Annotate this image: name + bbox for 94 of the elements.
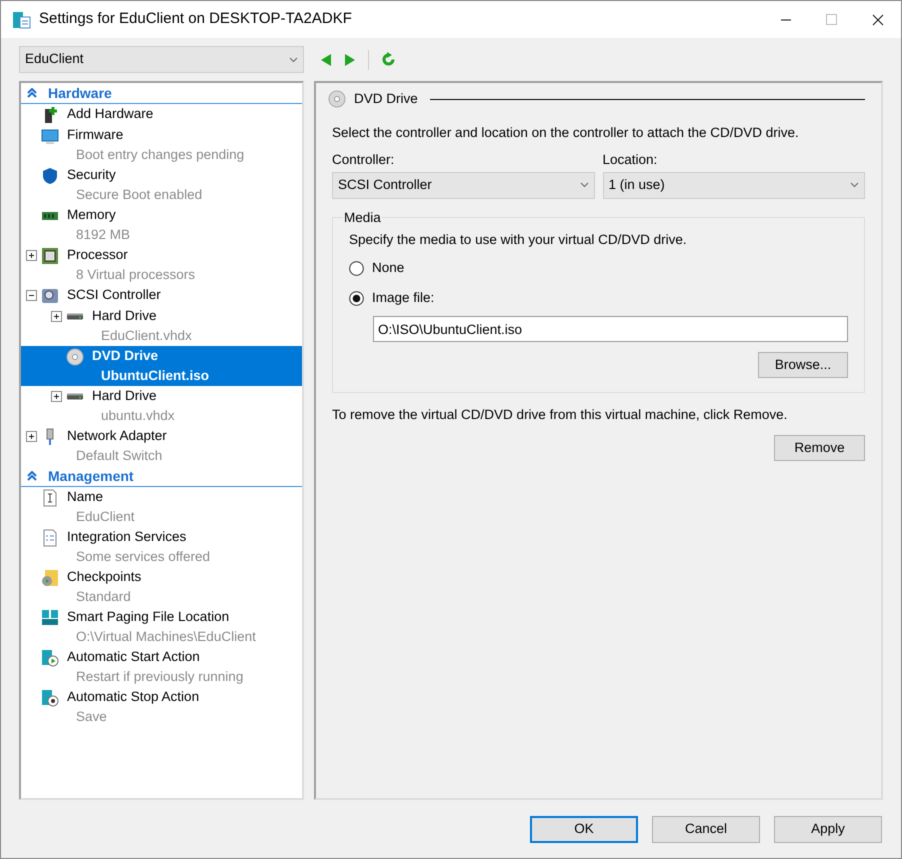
item-detail: Restart if previously running [75,668,244,686]
media-hint: Specify the media to use with your virtual CD/DVD drive. [349,230,688,249]
hard-drive-icon [66,313,84,320]
collapse-section-icon [27,88,37,98]
item-label: Memory [67,206,116,224]
expand-icon[interactable] [26,250,37,261]
disc-icon [328,90,346,108]
paging-file-icon [41,608,59,626]
field-label: Location: [602,150,658,168]
controller-dropdown[interactable]: SCSI Controller [332,172,594,199]
item-label: Add Hardware [67,105,154,124]
hard-drive-icon [66,393,84,400]
item-detail: EduClient.vhdx [100,327,193,345]
tree-item[interactable]: Security Secure Boot enabled [21,165,302,205]
chevron-down-icon [289,56,298,62]
item-detail: 8 Virtual processors [75,266,196,284]
remove-button[interactable]: Remove [774,435,865,462]
item-label: Network Adapter [67,427,167,446]
item-label: Security [67,166,116,184]
forward-arrow-icon[interactable] [344,52,356,66]
dialog-button[interactable]: OK [530,816,638,842]
window-title: Settings for EduClient on DESKTOP-TA2ADKF [39,9,352,30]
item-label: Automatic Start Action [67,648,200,666]
tree-item[interactable]: SCSI Controller [21,285,302,306]
tree-item[interactable]: Hard Drive ubuntu.vhdx [21,386,302,426]
shield-icon [41,166,59,184]
tree-item[interactable]: Memory 8192 MB [21,205,302,245]
radio-button[interactable]: None [349,258,848,278]
vm-dropdown[interactable]: EduClient [19,46,304,73]
item-detail: EduClient [75,508,136,526]
back-arrow-icon[interactable] [320,52,332,66]
item-label: Name [67,488,104,506]
field-label: Controller: [332,150,396,168]
disc-icon [66,348,84,366]
item-label: Integration Services [67,528,186,546]
section-header[interactable]: Hardware [21,83,302,104]
item-label: DVD Drive [92,347,158,366]
tree-item[interactable]: Firmware Boot entry changes pending [21,125,302,165]
item-label: Firmware [67,126,124,144]
tree-item[interactable]: DVD Drive UbuntuClient.iso [21,346,302,386]
tree-item[interactable]: Automatic Start Action Restart if previously running [21,647,302,687]
dialog-button[interactable]: Cancel [652,816,760,842]
tree-item[interactable]: Name EduClient [21,487,302,527]
item-label: Automatic Stop Action [67,688,200,706]
folder-clock-icon [41,568,59,586]
tree-item[interactable]: Hard Drive EduClient.vhdx [21,306,302,346]
item-detail: 8192 MB [75,226,132,244]
settings-window-icon [12,10,31,29]
controller-icon [41,286,59,304]
item-label: Smart Paging File Location [67,608,230,626]
expand-icon[interactable] [51,391,62,402]
section-header[interactable]: Management [21,466,302,487]
item-detail: ubuntu.vhdx [100,407,176,425]
item-detail: Save [75,708,108,726]
monitor-icon [41,126,59,144]
image-path-field[interactable]: O:\ISO\UbuntuClient.iso [373,316,848,342]
item-detail: O:\Virtual Machines\EduClient [75,628,257,646]
chevron-down-icon [580,182,588,188]
item-detail: Secure Boot enabled [75,186,204,204]
tree-item[interactable]: Smart Paging File Location O:\Virtual Machines\EduClient [21,607,302,647]
tree-item[interactable]: Checkpoints Standard [21,567,302,607]
collapse-icon[interactable] [26,290,37,301]
dialog-button[interactable]: Apply [774,816,882,842]
browse-button[interactable]: Browse... [758,352,848,378]
play-document-icon [41,648,59,666]
item-label: Hard Drive [92,387,157,406]
processor-icon [41,246,59,264]
item-label: SCSI Controller [67,286,161,304]
stop-document-icon [41,688,59,706]
item-detail: Default Switch [75,447,164,465]
item-detail: Some services offered [75,548,212,566]
expand-icon[interactable] [51,311,62,322]
radio-button[interactable]: Image file: [349,288,848,308]
collapse-section-icon [27,471,37,481]
item-label: Checkpoints [67,568,142,586]
location-dropdown[interactable]: 1 (in use) [602,172,865,199]
item-detail: UbuntuClient.iso [100,367,210,385]
remove-hint: To remove the virtual CD/DVD drive from this virtual machine, click Remove. [332,406,788,424]
tree-item[interactable]: Network Adapter Default Switch [21,426,302,466]
text-cursor-icon [41,488,59,506]
tree-item[interactable]: Processor 8 Virtual processors [21,245,302,285]
item-detail: Boot entry changes pending [75,146,246,164]
tree-item[interactable]: Add Hardware [21,104,302,125]
expand-icon[interactable] [26,431,37,442]
item-detail: Standard [75,588,132,606]
item-label: Hard Drive [92,307,157,326]
checklist-icon [41,528,59,546]
item-label: Processor [67,246,128,264]
chevron-down-icon [850,182,859,188]
tree-item[interactable]: Automatic Stop Action Save [21,687,302,727]
tree-item[interactable]: Integration Services Some services offered [21,527,302,567]
panel-title: DVD Drive [354,90,418,108]
refresh-icon[interactable] [381,52,396,67]
intro-text: Select the controller and location on the controller to attach the CD/DVD drive. [332,124,800,142]
